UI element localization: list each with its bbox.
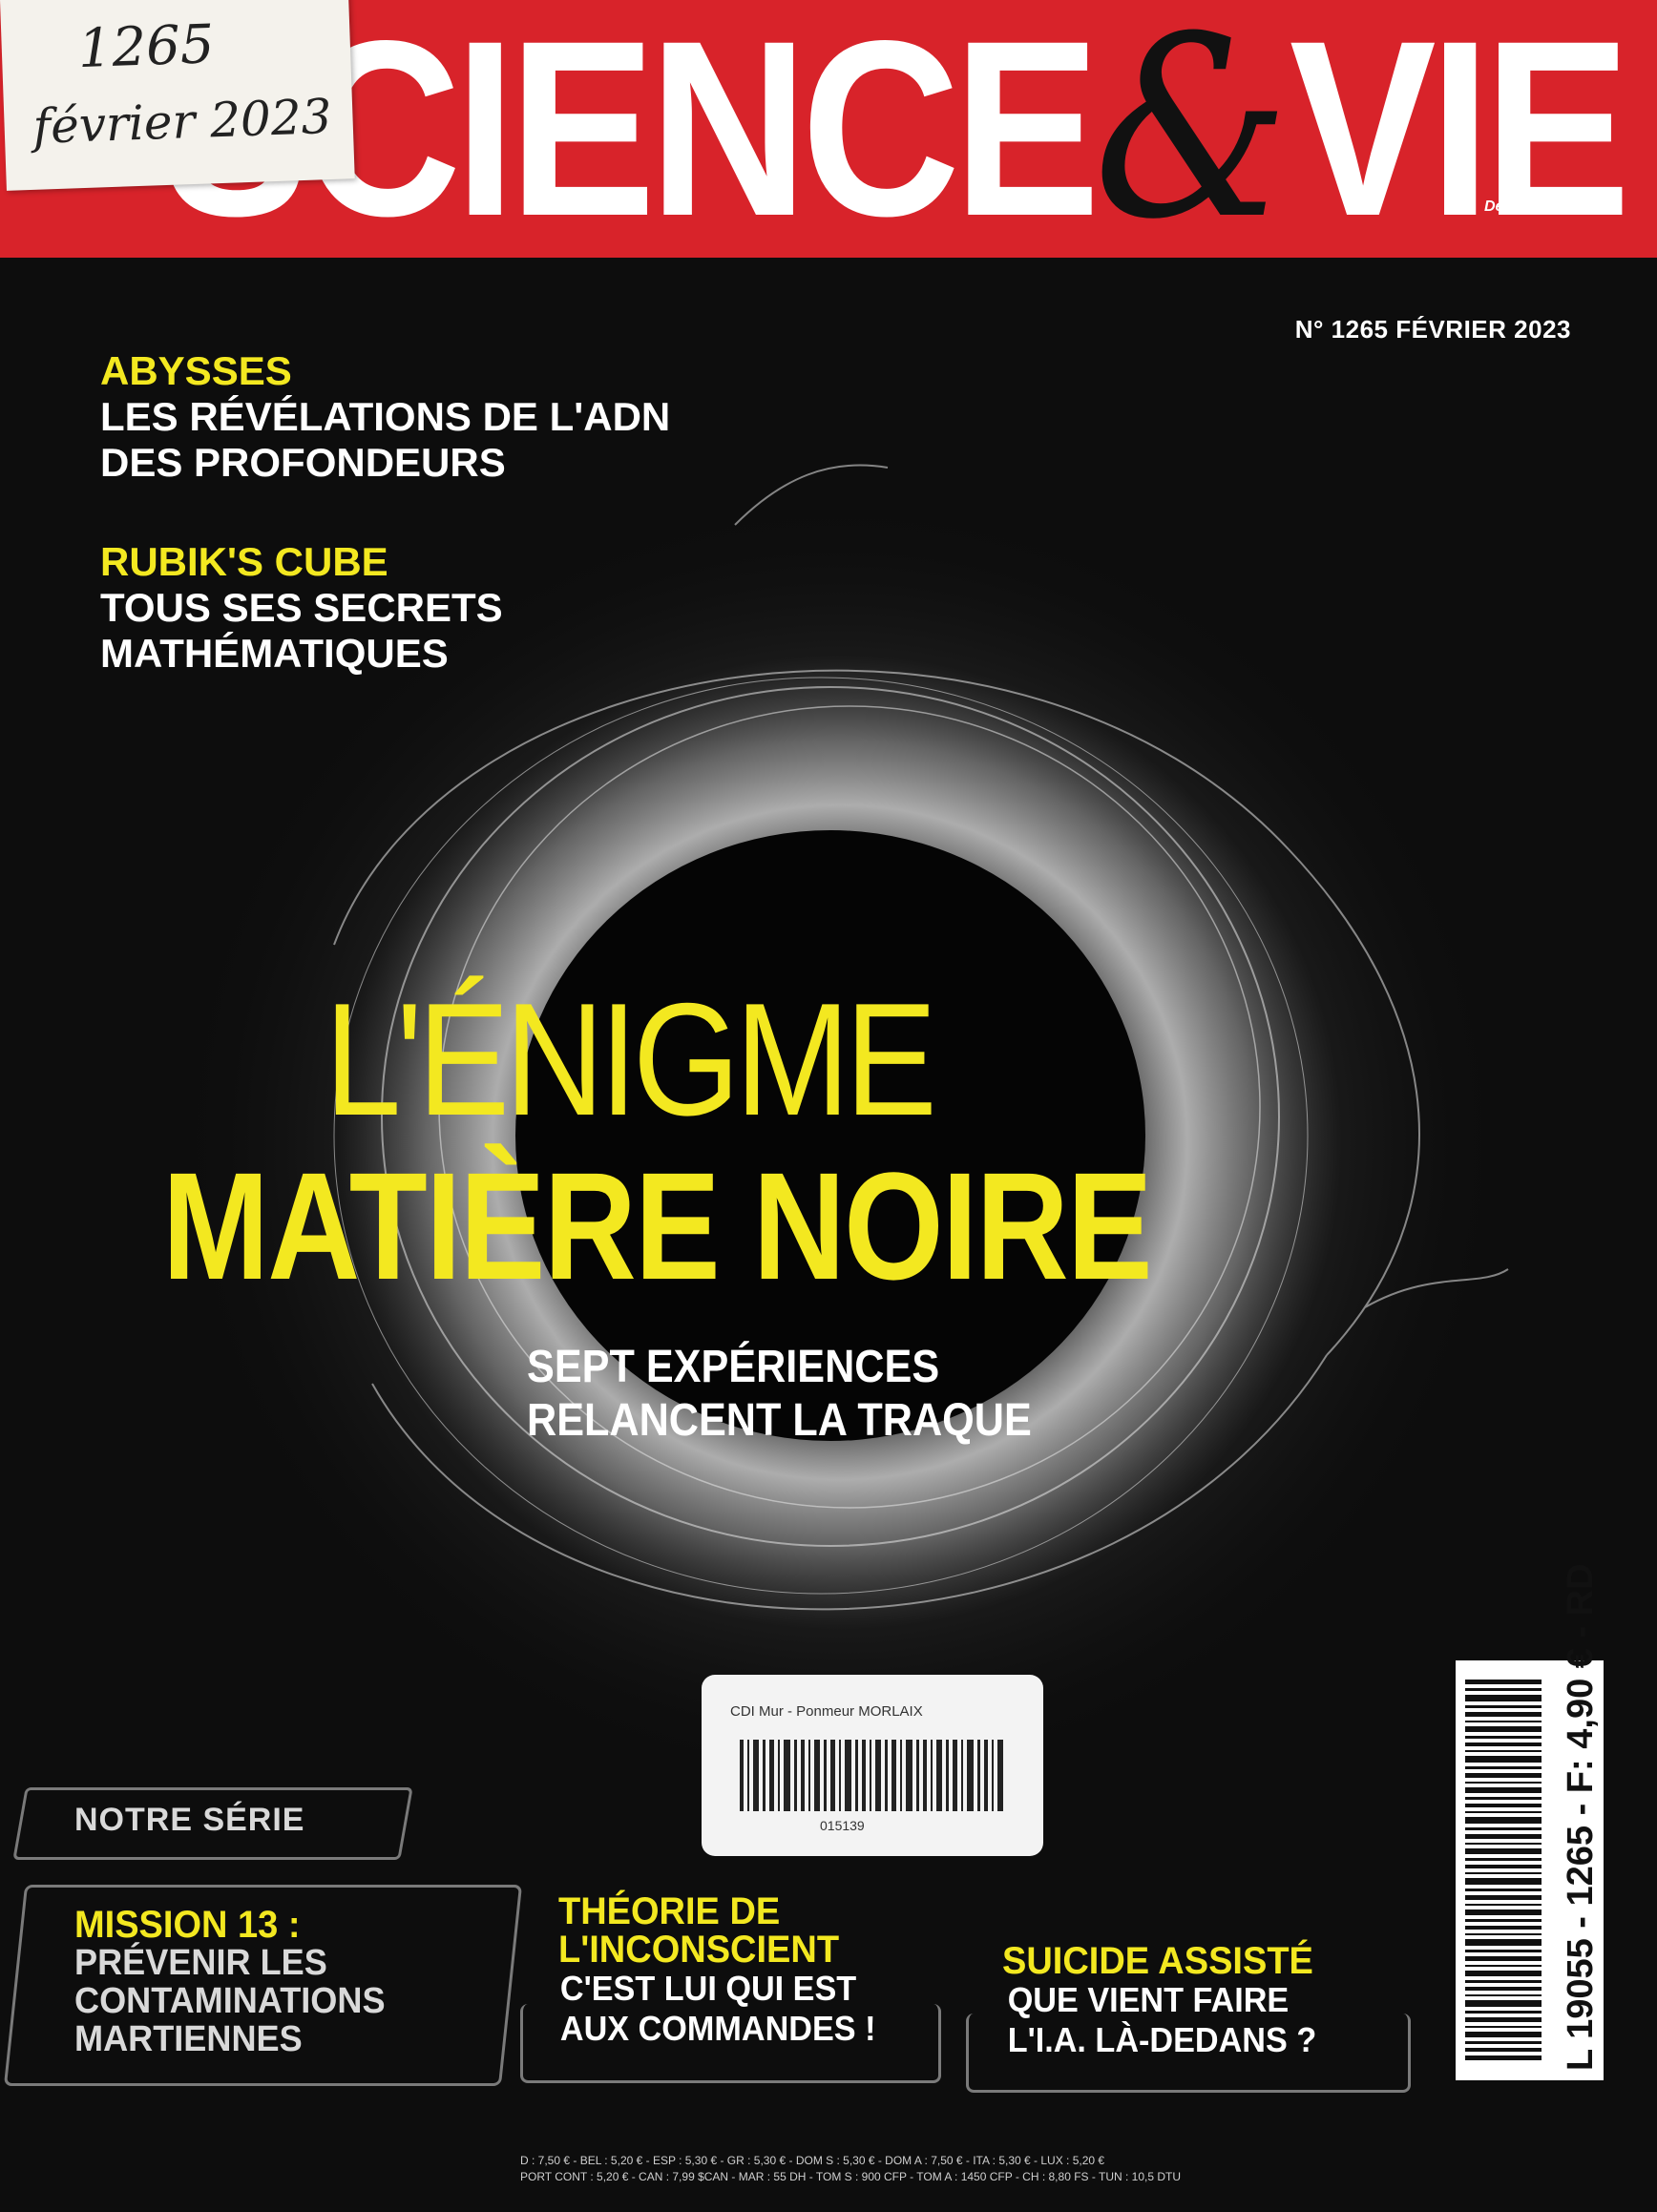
handwritten-note: 1265 février 2023 [0, 0, 355, 191]
magazine-logo: SCIENCE&VIE [162, 0, 1630, 274]
prices-line: PORT CONT : 5,20 € - CAN : 7,99 $CAN - M… [520, 2170, 1181, 2183]
box-suicide: SUICIDE ASSISTÉ QUE VIENT FAIRE L'I.A. L… [1002, 1942, 1316, 2060]
since-label: Depuis 1913 [1484, 198, 1574, 215]
magazine-cover: SCIENCE&VIE Depuis 1913 1265 février 202… [0, 0, 1657, 2212]
teaser-line: TOUS SES SECRETS [100, 585, 503, 630]
box-line: AUX COMMANDES ! [559, 2009, 876, 2048]
teaser-line: MATHÉMATIQUES [100, 631, 449, 676]
teaser-line: DES PROFONDEURS [100, 440, 506, 485]
subtitle-line: SEPT EXPÉRIENCES [527, 1342, 940, 1392]
box-theorie: THÉORIE DE L'INCONSCIENT C'EST LUI QUI E… [558, 1892, 876, 2049]
box-line: L'I.A. LÀ-DEDANS ? [1007, 2020, 1317, 2059]
sticker-barcode [740, 1740, 1003, 1811]
box-line: PRÉVENIR LES [74, 1943, 327, 1983]
sticker-code: 015139 [820, 1818, 865, 1833]
box-line: C'EST LUI QUI EST [559, 1969, 857, 2008]
handwritten-date: février 2023 [31, 88, 333, 155]
subtitle-line: RELANCENT LA TRAQUE [527, 1395, 1032, 1446]
teaser-kicker: RUBIK'S CUBE [100, 539, 388, 584]
teaser-abysses: ABYSSES LES RÉVÉLATIONS DE L'ADN DES PRO… [100, 348, 670, 486]
teaser-line: LES RÉVÉLATIONS DE L'ADN [100, 394, 671, 439]
barcode-text: L 19055 - 1265 - F: 4,90 € - RD [1561, 1563, 1601, 2071]
box-line: CONTAMINATIONS [74, 1981, 386, 2021]
box-mission: MISSION 13 : PRÉVENIR LES CONTAMINATIONS… [74, 1906, 386, 2058]
headline-subtitle: SEPT EXPÉRIENCES RELANCENT LA TRAQUE [527, 1341, 1032, 1448]
issue-number: N° 1265 FÉVRIER 2023 [1294, 315, 1571, 344]
price-barcode: L 19055 - 1265 - F: 4,90 € - RD [1456, 1563, 1604, 2080]
headline-line-2: MATIÈRE NOIRE [162, 1140, 1153, 1311]
series-tag: NOTRE SÉRIE [74, 1802, 305, 1838]
headline-line-1: L'ÉNIGME [325, 970, 937, 1149]
box-kicker: THÉORIE DE [558, 1890, 781, 1932]
box-line: MARTIENNES [74, 2019, 303, 2059]
barcode-bars [1465, 1680, 1542, 2060]
box-kicker: L'INCONSCIENT [558, 1929, 840, 1971]
library-sticker: CDI Mur - Ponmeur MORLAIX 015139 [702, 1675, 1043, 1856]
sticker-title: CDI Mur - Ponmeur MORLAIX [730, 1703, 923, 1720]
box-line: QUE VIENT FAIRE [1007, 1980, 1290, 2019]
teaser-kicker: ABYSSES [100, 348, 292, 393]
handwritten-issue-number: 1265 [76, 13, 216, 81]
prices-line: D : 7,50 € - BEL : 5,20 € - ESP : 5,30 €… [520, 2154, 1105, 2167]
box-kicker: SUICIDE ASSISTÉ [1002, 1940, 1313, 1982]
teaser-rubiks-cube: RUBIK'S CUBE TOUS SES SECRETS MATHÉMATIQ… [100, 539, 503, 677]
box-kicker: MISSION 13 : [74, 1904, 301, 1946]
international-prices: D : 7,50 € - BEL : 5,20 € - ESP : 5,30 €… [520, 2153, 1475, 2185]
